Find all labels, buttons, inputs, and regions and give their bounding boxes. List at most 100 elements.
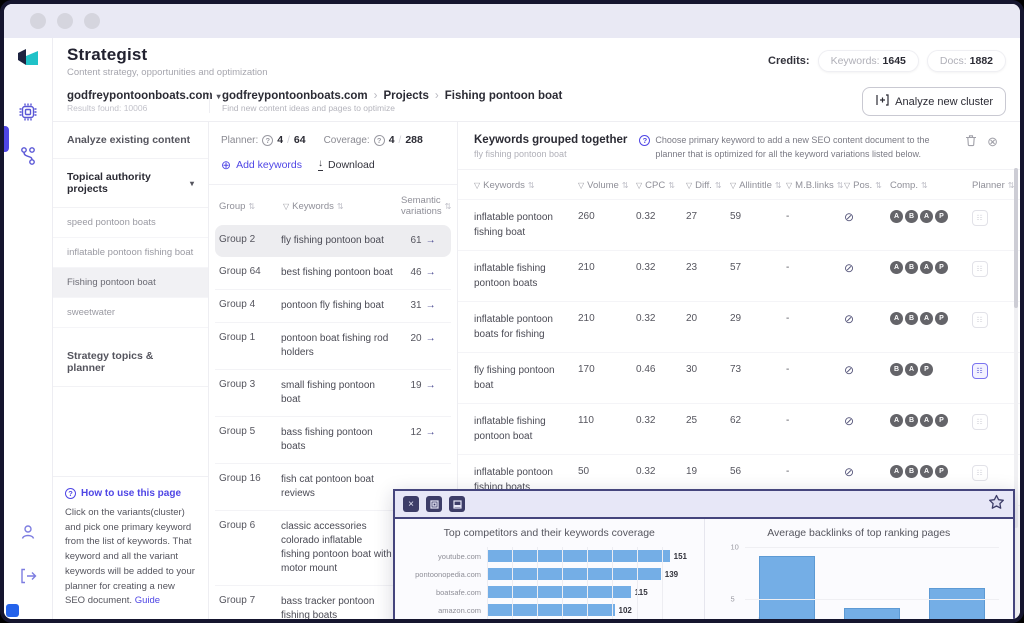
keyword-row[interactable]: inflatable pontoon boats for fishing 210… (458, 302, 1020, 353)
how-to-use-link[interactable]: ? How to use this page (65, 488, 196, 499)
column-cpc[interactable]: ▽CPC⇅ (636, 180, 686, 191)
column-keywords[interactable]: ▽Keywords⇅ (283, 195, 401, 217)
project-nav-item[interactable]: Fishing pontoon boat (53, 268, 208, 298)
competitor-badge: b (905, 414, 918, 427)
column-planner[interactable]: Planner⇅ (972, 180, 1020, 191)
add-keywords-button[interactable]: ⊕ Add keywords (221, 158, 302, 172)
competitor-badge: a (890, 414, 903, 427)
breadcrumb-projects[interactable]: Projects (384, 90, 429, 102)
add-to-planner-icon[interactable]: ☷ (972, 363, 988, 379)
no-position-icon: ⊘ (844, 414, 890, 428)
vbars (745, 547, 1000, 619)
app-logo[interactable] (15, 48, 41, 75)
competitor-badge: b (905, 210, 918, 223)
add-to-planner-icon[interactable]: ☷ (972, 210, 988, 226)
insert-plus-icon (875, 94, 889, 109)
plus-circle-icon: ⊕ (221, 158, 231, 172)
column-allintitle[interactable]: ▽Allintitle⇅ (730, 180, 786, 191)
column-comp[interactable]: Comp.⇅ (890, 180, 972, 191)
profile-icon[interactable] (13, 517, 43, 547)
strategy-flow-icon[interactable] (13, 141, 43, 171)
nav-analyze-existing-content[interactable]: Analyze existing content (53, 122, 208, 159)
site-selector-dropdown[interactable]: godfreypontoonboats.com ▾ (67, 90, 209, 102)
add-to-planner-icon[interactable]: ☷ (972, 414, 988, 430)
competitor-badge: a (890, 465, 903, 478)
help-box: ? How to use this page Click on the vari… (53, 476, 208, 619)
column-pos[interactable]: ▽Pos.⇅ (844, 180, 890, 191)
close-window-button[interactable]: × (403, 496, 419, 512)
no-position-icon: ⊘ (844, 465, 890, 479)
arrow-right-icon: → (426, 333, 436, 344)
project-nav-item[interactable]: inflatable pontoon fishing boat (53, 238, 208, 268)
project-nav-item[interactable]: speed pontoon boats (53, 208, 208, 238)
project-nav-item[interactable]: sweetwater (53, 298, 208, 328)
minimize-window-button[interactable] (449, 496, 465, 512)
column-keywords[interactable]: ▽Keywords⇅ (474, 180, 578, 191)
group-row[interactable]: Group 1 pontoon boat fishing rod holders… (215, 323, 451, 370)
column-volume[interactable]: ▽Volume⇅ (578, 180, 636, 191)
competitor-badge: p (920, 363, 933, 376)
competitor-label: youtube.com (405, 552, 487, 561)
breadcrumb-subtitle: Find new content ideas and pages to opti… (222, 103, 862, 113)
logout-icon[interactable] (13, 561, 43, 591)
left-navigation: Analyze existing content Topical authori… (53, 122, 209, 619)
breadcrumb-current: Fishing pontoon boat (445, 90, 563, 102)
keywords-credit-pill: Keywords: 1645 (818, 50, 919, 72)
scrollbar[interactable] (1014, 168, 1018, 528)
competitor-badge: a (920, 261, 933, 274)
active-nav-indicator (4, 126, 9, 152)
group-row[interactable]: Group 64 best fishing pontoon boat 46→ (215, 257, 451, 290)
column-semantic-variations[interactable]: Semantic variations⇅ (401, 195, 451, 217)
hbar-rows: youtube.com151pontoonopedia.com139boatsa… (405, 547, 698, 619)
add-to-planner-icon[interactable]: ☷ (972, 465, 988, 481)
group-row[interactable]: Group 5 bass fishing pontoon boats 12→ (215, 417, 451, 464)
competitor-label: amazon.com (405, 606, 487, 615)
breadcrumb-site[interactable]: godfreypontoonboats.com (222, 90, 368, 102)
bar (759, 556, 815, 619)
add-to-planner-icon[interactable]: ☷ (972, 312, 988, 328)
panel-info-text: ? Choose primary keyword to add a new SE… (639, 134, 953, 161)
breadcrumb-separator: › (435, 90, 439, 102)
coverage-help-icon[interactable]: ? (374, 135, 385, 146)
breadcrumb: godfreypontoonboats.com › Projects › Fis… (222, 90, 862, 102)
add-to-planner-icon[interactable]: ☷ (972, 261, 988, 277)
nav-strategy-topics-planner[interactable]: Strategy topics & planner (53, 338, 208, 387)
window-dot-close[interactable] (30, 13, 46, 29)
credits-area: Credits: Keywords: 1645 Docs: 1882 (768, 50, 1006, 72)
competitor-badge: p (935, 210, 948, 223)
group-row[interactable]: Group 4 pontoon fly fishing boat 31→ (215, 290, 451, 323)
docs-credit-pill: Docs: 1882 (927, 50, 1006, 72)
y-tick-label: 5 (731, 595, 735, 604)
hbar-row: pontoonopedia.com139 (405, 565, 698, 583)
group-row[interactable]: Group 2 fly fishing pontoon boat 61→ (215, 225, 451, 257)
keyword-row[interactable]: inflatable fishing pontoon boats 210 0.3… (458, 251, 1020, 302)
keyword-row[interactable]: inflatable pontoon fishing boat 260 0.32… (458, 200, 1020, 251)
keyword-row[interactable]: fly fishing pontoon boat 170 0.46 30 73 … (458, 353, 1020, 404)
page-title: Strategist (67, 45, 268, 65)
keyword-row[interactable]: inflatable fishing pontoon boat 110 0.32… (458, 404, 1020, 455)
delete-icon[interactable] (965, 134, 977, 149)
question-icon: ? (65, 488, 76, 499)
download-button[interactable]: ↓ Download (318, 158, 375, 172)
column-mblinks[interactable]: ▽M.B.links⇅ (786, 180, 844, 191)
group-row[interactable]: Group 3 small fishing pontoon boat 19→ (215, 370, 451, 417)
help-text: Click on the variants(cluster) and pick … (65, 506, 196, 609)
info-icon: ? (639, 135, 650, 146)
close-circle-icon[interactable]: ⊗ (987, 135, 998, 148)
restore-window-button[interactable] (426, 496, 442, 512)
chip-icon[interactable] (13, 97, 43, 127)
favorite-star-icon[interactable] (988, 494, 1005, 515)
guide-link[interactable]: Guide (135, 595, 160, 606)
analyze-new-cluster-button[interactable]: Analyze new cluster (862, 87, 1006, 116)
filter-icon[interactable]: ▽ (283, 202, 289, 211)
corner-widget[interactable] (6, 604, 19, 617)
column-diff[interactable]: ▽Diff.⇅ (686, 180, 730, 191)
arrow-right-icon: → (426, 380, 436, 391)
window-dot-minimize[interactable] (57, 13, 73, 29)
competitors-chart-title: Top competitors and their keywords cover… (401, 527, 698, 539)
nav-topical-authority-projects[interactable]: Topical authority projects ▾ (53, 159, 208, 208)
column-group[interactable]: Group⇅ (219, 195, 283, 217)
window-dot-maximize[interactable] (84, 13, 100, 29)
planner-help-icon[interactable]: ? (262, 135, 273, 146)
charts-window-titlebar[interactable]: × (395, 491, 1013, 519)
